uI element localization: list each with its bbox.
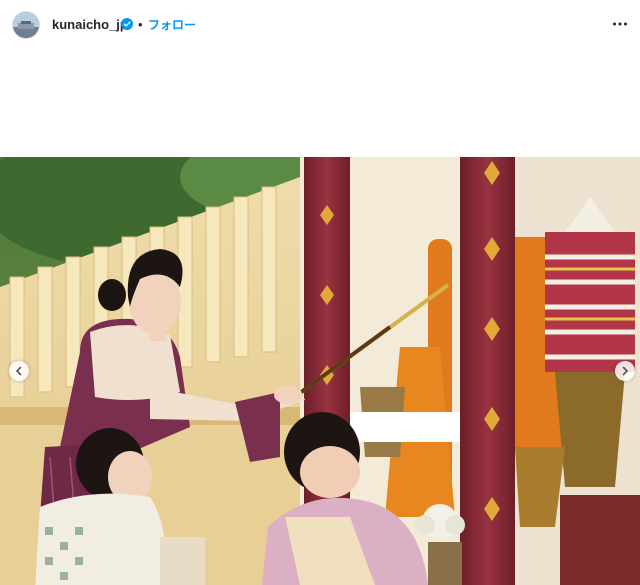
- post-photo[interactable]: [0, 157, 640, 585]
- profile-avatar[interactable]: [13, 12, 39, 38]
- follow-button[interactable]: フォロー: [148, 17, 196, 33]
- chevron-left-icon: [15, 366, 22, 376]
- verified-badge-icon: [121, 18, 133, 30]
- chevron-right-icon: [622, 366, 629, 376]
- separator-dot: •: [138, 17, 143, 32]
- username-link[interactable]: kunaicho_jp: [52, 17, 128, 33]
- next-slide-button[interactable]: [615, 361, 635, 381]
- previous-slide-button[interactable]: [9, 361, 29, 381]
- more-options-icon[interactable]: [612, 16, 628, 32]
- post-header: kunaicho_jp • フォロー: [0, 0, 640, 50]
